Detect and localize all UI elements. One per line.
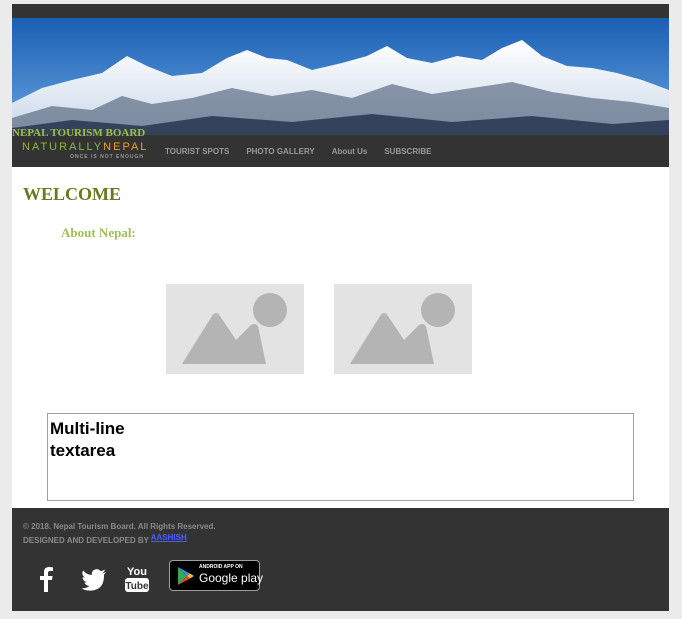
brand-text-nepal: NEPAL: [103, 141, 149, 153]
copyright-text: © 2018. Nepal Tourism Board. All Rights …: [23, 522, 216, 531]
welcome-heading: WELCOME: [23, 184, 122, 204]
top-bar: [12, 4, 669, 18]
image-placeholder: [334, 284, 472, 374]
brand-logo[interactable]: NATURALLYNEPAL ONCE IS NOT ENOUGH: [22, 141, 152, 163]
twitter-icon[interactable]: [80, 564, 108, 594]
tourism-board-title: NEPAL TOURISM BOARD: [12, 127, 146, 139]
nav-photo-gallery[interactable]: PHOTO GALLERY: [246, 147, 314, 156]
multiline-textarea[interactable]: Multi-line textarea: [47, 413, 634, 501]
page: NATURALLYNEPAL ONCE IS NOT ENOUGH TOURIS…: [12, 4, 669, 611]
brand-text-naturally: NATURALLY: [22, 141, 104, 153]
google-play-small-text: ANDROID APP ON: [199, 564, 243, 570]
nav-subscribe[interactable]: SUBSCRIBE: [384, 147, 431, 156]
youtube-icon[interactable]: You Tube: [124, 564, 150, 594]
brand-tagline: ONCE IS NOT ENOUGH: [70, 154, 144, 160]
nav-about-us[interactable]: About Us: [332, 147, 368, 156]
designed-by-text: DESIGNED AND DEVELOPED BY AASHISH: [23, 533, 187, 545]
google-play-badge[interactable]: ANDROID APP ON Google play: [169, 560, 264, 591]
about-heading: About Nepal:: [61, 225, 136, 240]
google-play-icon: [178, 567, 194, 585]
navbar: NATURALLYNEPAL ONCE IS NOT ENOUGH TOURIS…: [12, 135, 669, 167]
nav-tourist-spots[interactable]: TOURIST SPOTS: [165, 147, 229, 156]
header-banner-image: [12, 18, 669, 139]
nav-links: TOURIST SPOTS PHOTO GALLERY About Us SUB…: [165, 135, 448, 167]
facebook-icon[interactable]: [36, 564, 56, 594]
image-placeholder: [166, 284, 304, 374]
footer: © 2018. Nepal Tourism Board. All Rights …: [12, 508, 669, 611]
designer-link[interactable]: AASHISH: [151, 533, 187, 542]
google-play-big-text: Google play: [199, 571, 264, 585]
youtube-label-top: You: [127, 566, 147, 578]
designed-by-label: DESIGNED AND DEVELOPED BY: [23, 536, 149, 545]
youtube-label-bottom: Tube: [125, 581, 149, 592]
